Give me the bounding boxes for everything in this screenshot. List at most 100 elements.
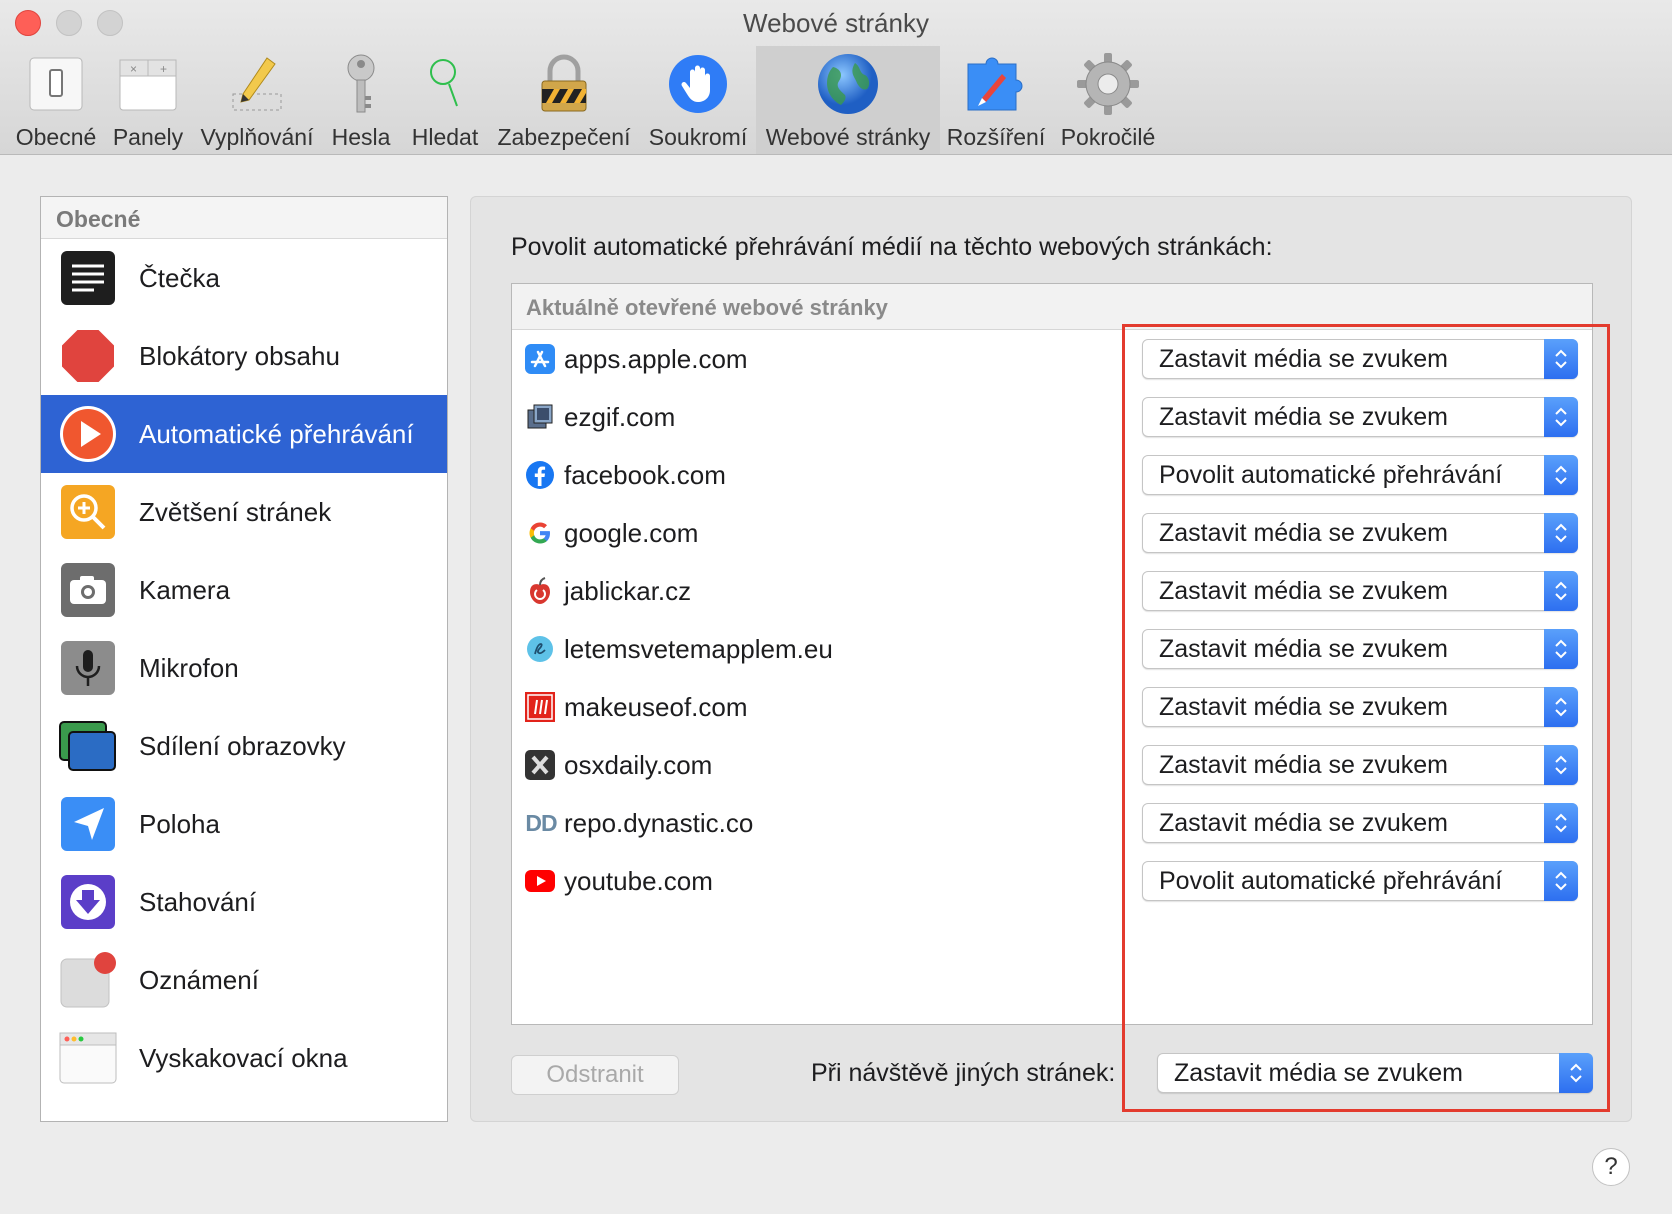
table-row[interactable]: makeuseof.com Zastavit média se zvukem	[512, 678, 1592, 736]
sidebar-item-screen-sharing[interactable]: Sdílení obrazovky	[41, 707, 447, 785]
chevron-up-down-icon	[1544, 455, 1578, 495]
autoplay-setting-select[interactable]: Zastavit média se zvukem	[1142, 397, 1578, 437]
select-value: Zastavit média se zvukem	[1159, 519, 1448, 547]
table-row[interactable]: jablickar.cz Zastavit média se zvukem	[512, 562, 1592, 620]
table-row[interactable]: ezgif.com Zastavit média se zvukem	[512, 388, 1592, 446]
toolbar: Webové stránky Obecné × + Panely Vyplňová…	[0, 0, 1672, 155]
sidebar-item-label: Sdílení obrazovky	[139, 730, 346, 761]
table-row[interactable]: facebook.com Povolit automatické přehráv…	[512, 446, 1592, 504]
other-sites-select[interactable]: Zastavit média se zvukem	[1157, 1053, 1593, 1093]
remove-button[interactable]: Odstranit	[511, 1055, 679, 1095]
google-icon	[524, 517, 556, 549]
globe-icon	[816, 52, 880, 116]
toolbar-label: Panely	[112, 124, 184, 150]
stop-sign-icon	[59, 327, 117, 385]
sidebar-item-notifications[interactable]: Oznámení	[41, 941, 447, 1019]
sidebar-item-label: Vyskakovací okna	[139, 1042, 348, 1073]
autoplay-setting-select[interactable]: Zastavit média se zvukem	[1142, 629, 1578, 669]
sidebar-item-label: Čtečka	[139, 262, 220, 293]
select-value: Zastavit média se zvukem	[1159, 345, 1448, 373]
sidebar-item-label: Mikrofon	[139, 652, 239, 683]
toolbar-item-search[interactable]: Hledat	[404, 46, 486, 154]
autoplay-setting-select[interactable]: Zastavit média se zvukem	[1142, 687, 1578, 727]
table-row[interactable]: osxdaily.com Zastavit média se zvukem	[512, 736, 1592, 794]
toolbar-label: Obecné	[15, 124, 97, 150]
sidebar-item-label: Kamera	[139, 574, 231, 605]
toolbar-item-advanced[interactable]: Pokročilé	[1052, 46, 1164, 154]
app-store-icon	[524, 343, 556, 375]
reader-icon	[59, 249, 117, 307]
toolbar-item-privacy[interactable]: Soukromí	[646, 46, 750, 154]
table-row[interactable]: youtube.com Povolit automatické přehrává…	[512, 852, 1592, 910]
general-switch-icon	[24, 52, 88, 116]
toolbar-item-autofill[interactable]: Vyplňování	[196, 46, 318, 154]
site-name: repo.dynastic.co	[564, 807, 754, 838]
sidebar-item-location[interactable]: Poloha	[41, 785, 447, 863]
letemsvetemapplem-icon	[524, 633, 556, 665]
chevron-up-down-icon	[1544, 513, 1578, 553]
toolbar-label: Zabezpečení	[497, 124, 631, 150]
svg-text:+: +	[160, 62, 167, 76]
zoom-icon	[59, 483, 117, 541]
svg-text:×: ×	[130, 62, 137, 76]
toolbar-item-general[interactable]: Obecné	[8, 46, 104, 154]
other-sites-label: Při návštěvě jiných stránek:	[811, 1059, 1116, 1087]
autoplay-setting-select[interactable]: Zastavit média se zvukem	[1142, 571, 1578, 611]
gear-icon	[1076, 52, 1140, 116]
table-row[interactable]: apps.apple.com Zastavit média se zvukem	[512, 330, 1592, 388]
table-row[interactable]: letemsvetemapplem.eu Zastavit média se z…	[512, 620, 1592, 678]
table-row[interactable]: DD repo.dynastic.co Zastavit média se zv…	[512, 794, 1592, 852]
download-icon	[59, 873, 117, 931]
toolbar-item-extensions[interactable]: Rozšíření	[946, 46, 1046, 154]
toolbar-label: Vyplňování	[200, 124, 314, 150]
chevron-up-down-icon	[1544, 397, 1578, 437]
site-name: ezgif.com	[564, 401, 676, 432]
autoplay-setting-select[interactable]: Zastavit média se zvukem	[1142, 513, 1578, 553]
chevron-up-down-icon	[1544, 571, 1578, 611]
chevron-up-down-icon	[1544, 803, 1578, 843]
sidebar-item-label: Stahování	[139, 886, 257, 917]
sidebar-item-downloads[interactable]: Stahování	[41, 863, 447, 941]
toolbar-item-websites[interactable]: Webové stránky	[756, 46, 940, 154]
jablickar-icon	[524, 575, 556, 607]
toolbar-label: Hledat	[411, 124, 479, 150]
play-icon	[59, 405, 117, 463]
site-name: letemsvetemapplem.eu	[564, 633, 833, 664]
autoplay-setting-select[interactable]: Povolit automatické přehrávání	[1142, 455, 1578, 495]
site-name: facebook.com	[564, 459, 726, 490]
help-button[interactable]: ?	[1592, 1148, 1630, 1186]
toolbar-item-security[interactable]: Zabezpečení	[494, 46, 634, 154]
select-value: Zastavit média se zvukem	[1159, 693, 1448, 721]
select-value: Zastavit média se zvukem	[1159, 635, 1448, 663]
autoplay-setting-select[interactable]: Zastavit média se zvukem	[1142, 745, 1578, 785]
sidebar-item-reader[interactable]: Čtečka	[41, 239, 447, 317]
sidebar-item-label: Oznámení	[139, 964, 259, 995]
sidebar-header: Obecné	[41, 197, 447, 239]
chevron-up-down-icon	[1544, 687, 1578, 727]
autoplay-setting-select[interactable]: Zastavit média se zvukem	[1142, 803, 1578, 843]
sidebar-item-label: Automatické přehrávání	[139, 418, 414, 449]
youtube-icon	[524, 865, 556, 897]
toolbar-item-passwords[interactable]: Hesla	[326, 46, 396, 154]
site-name: youtube.com	[564, 865, 713, 896]
sidebar-item-page-zoom[interactable]: Zvětšení stránek	[41, 473, 447, 551]
autoplay-setting-select[interactable]: Povolit automatické přehrávání	[1142, 861, 1578, 901]
select-value: Zastavit média se zvukem	[1159, 809, 1448, 837]
sidebar-item-label: Blokátory obsahu	[139, 340, 340, 371]
sidebar-item-content-blockers[interactable]: Blokátory obsahu	[41, 317, 447, 395]
sidebar-item-camera[interactable]: Kamera	[41, 551, 447, 629]
chevron-up-down-icon	[1544, 339, 1578, 379]
facebook-icon	[524, 459, 556, 491]
sidebar-item-microphone[interactable]: Mikrofon	[41, 629, 447, 707]
list-header: Aktuálně otevřené webové stránky	[512, 284, 1592, 330]
table-row[interactable]: google.com Zastavit média se zvukem	[512, 504, 1592, 562]
sidebar-item-popup-windows[interactable]: Vyskakovací okna	[41, 1019, 447, 1097]
toolbar-label: Hesla	[331, 124, 391, 150]
panel-title: Povolit automatické přehrávání médií na …	[511, 233, 1273, 261]
pencil-icon	[225, 52, 289, 116]
autoplay-setting-select[interactable]: Zastavit média se zvukem	[1142, 339, 1578, 379]
sidebar-item-autoplay[interactable]: Automatické přehrávání	[41, 395, 447, 473]
site-name: jablickar.cz	[564, 575, 692, 606]
toolbar-item-tabs[interactable]: × + Panely	[108, 46, 188, 154]
sidebar-item-label: Zvětšení stránek	[139, 496, 332, 527]
